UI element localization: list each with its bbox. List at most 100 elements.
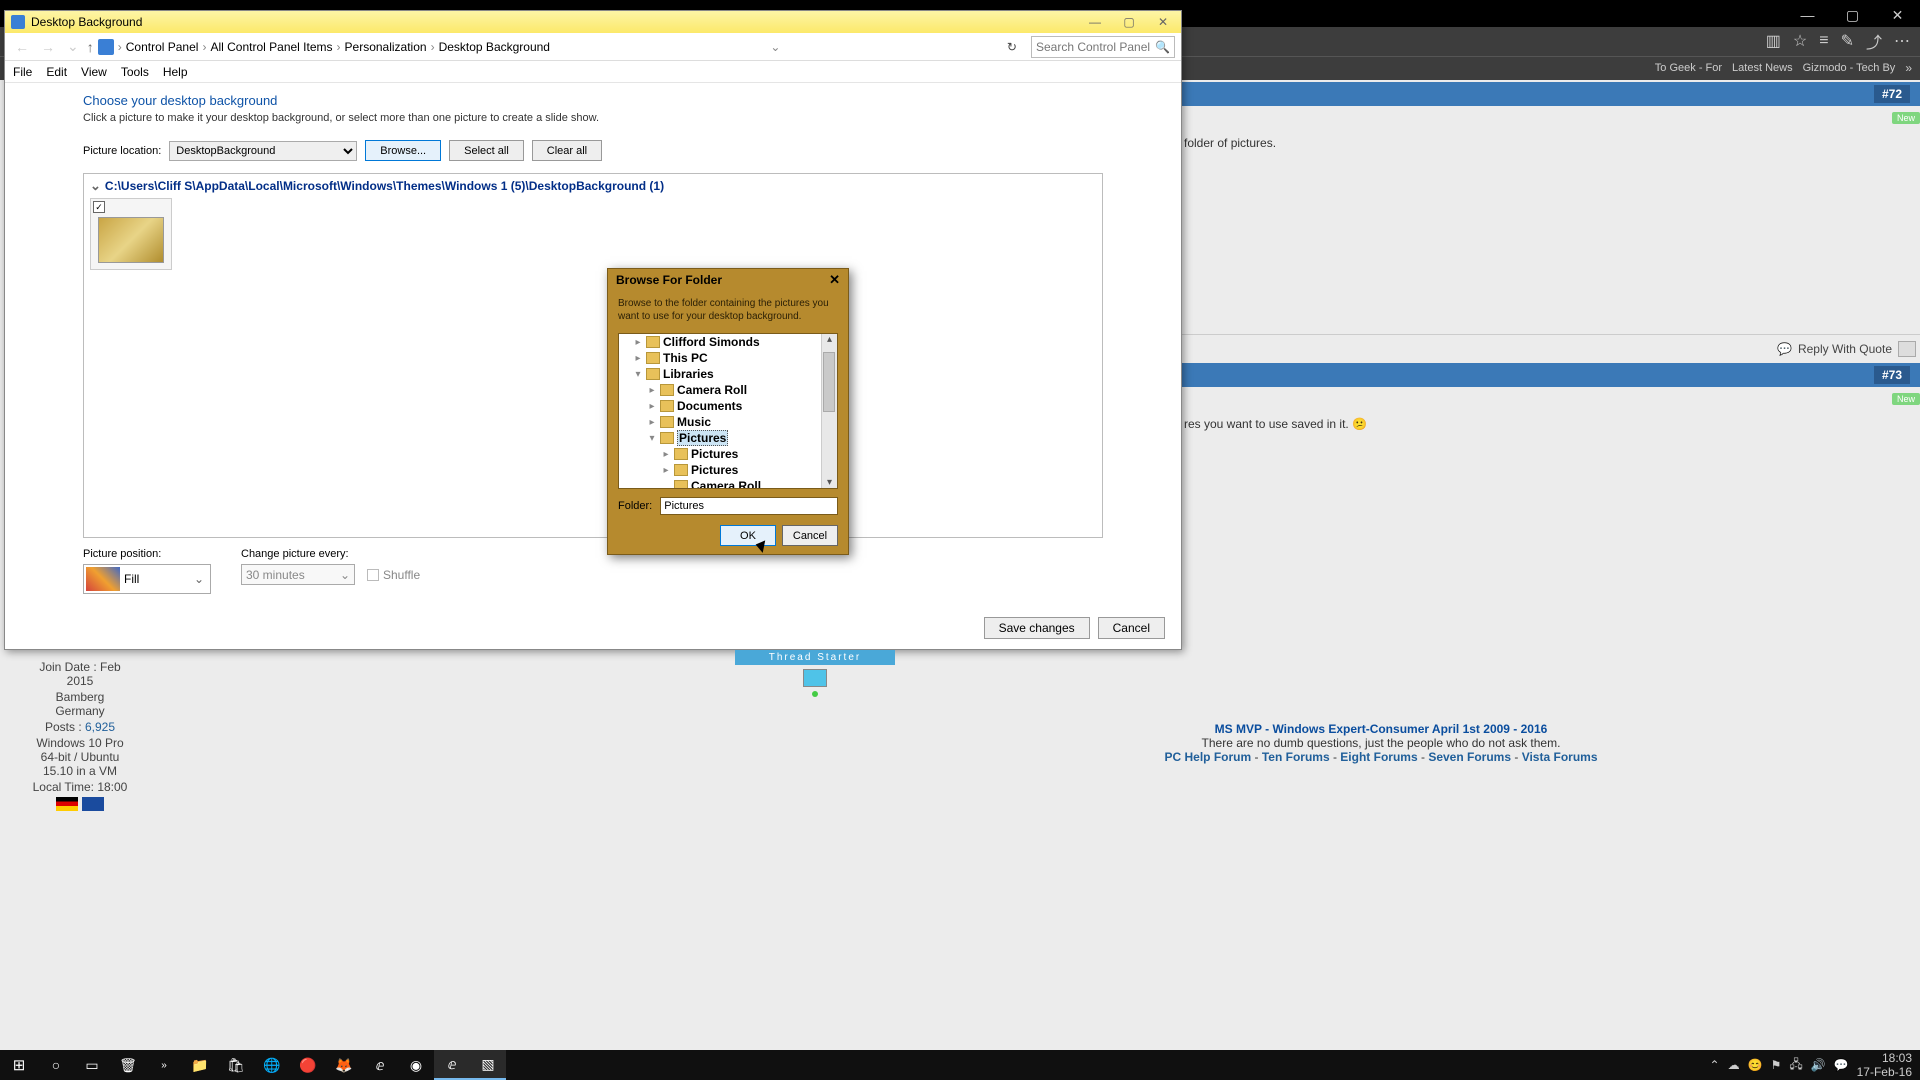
tray-volume-icon[interactable]: 🔊 bbox=[1811, 1058, 1826, 1072]
sig-link[interactable]: PC Help Forum bbox=[1165, 750, 1252, 764]
refresh-button[interactable]: ↻ bbox=[1001, 40, 1023, 54]
nav-back-button[interactable]: ← bbox=[11, 39, 33, 55]
browser-max-button[interactable]: ▢ bbox=[1830, 0, 1875, 30]
share-icon[interactable]: ⤴ bbox=[1866, 29, 1882, 53]
taskbar-app-recycle[interactable]: 🗑 bbox=[110, 1050, 146, 1080]
sig-link[interactable]: Ten Forums bbox=[1262, 750, 1330, 764]
search-input[interactable]: Search Control Panel🔍 bbox=[1031, 36, 1175, 58]
post-number[interactable]: #72 bbox=[1874, 85, 1910, 103]
taskbar-app-chrome[interactable]: ◉ bbox=[398, 1050, 434, 1080]
bookmark-overflow-icon[interactable]: » bbox=[1905, 61, 1912, 75]
sig-link[interactable]: Seven Forums bbox=[1428, 750, 1511, 764]
window-max-button[interactable]: ▢ bbox=[1117, 15, 1141, 29]
post-number[interactable]: #73 bbox=[1874, 366, 1910, 384]
expand-icon[interactable]: ▾ bbox=[633, 369, 643, 380]
taskbar-app-firefox[interactable]: 🦊 bbox=[326, 1050, 362, 1080]
expand-icon[interactable]: ▸ bbox=[647, 401, 657, 412]
tree-item[interactable]: ▸This PC bbox=[619, 350, 837, 366]
cancel-button[interactable]: Cancel bbox=[1098, 617, 1165, 639]
menu-edit[interactable]: Edit bbox=[46, 65, 67, 79]
cancel-button[interactable]: Cancel bbox=[782, 525, 838, 546]
nav-recent-button[interactable]: ⌄ bbox=[63, 38, 83, 55]
tree-item[interactable]: ▸Music bbox=[619, 414, 837, 430]
tree-scrollbar[interactable]: ▴ ▾ bbox=[821, 334, 837, 488]
scroll-up-button[interactable]: ▴ bbox=[822, 334, 837, 345]
bookmark-link[interactable]: Latest News bbox=[1732, 62, 1793, 74]
bookmark-link[interactable]: To Geek - For bbox=[1655, 62, 1722, 74]
window-min-button[interactable]: — bbox=[1083, 15, 1107, 29]
tree-item[interactable]: ▾Pictures bbox=[619, 430, 837, 446]
breadcrumb-sep[interactable]: › bbox=[118, 40, 122, 54]
avatar[interactable] bbox=[803, 669, 827, 687]
nav-up-button[interactable]: ↑ bbox=[87, 39, 94, 55]
sig-link[interactable]: Eight Forums bbox=[1340, 750, 1417, 764]
tray-icon[interactable]: ⚑ bbox=[1771, 1058, 1782, 1072]
taskbar-app-controlpanel[interactable]: ▧ bbox=[470, 1050, 506, 1080]
reply-button[interactable]: Reply With Quote bbox=[1798, 342, 1892, 356]
breadcrumb[interactable]: All Control Panel Items bbox=[210, 40, 332, 54]
notes-icon[interactable]: ✎ bbox=[1841, 31, 1854, 51]
scroll-down-button[interactable]: ▾ bbox=[822, 477, 837, 488]
breadcrumb-sep[interactable]: › bbox=[431, 40, 435, 54]
breadcrumb[interactable]: Desktop Background bbox=[439, 40, 550, 54]
dialog-titlebar[interactable]: Browse For Folder ✕ bbox=[608, 269, 848, 291]
picture-location-select[interactable]: DesktopBackground bbox=[169, 141, 357, 161]
expand-icon[interactable]: ▸ bbox=[647, 417, 657, 428]
picture-position-select[interactable]: Fill ⌄ bbox=[83, 564, 211, 594]
expand-icon[interactable]: ▾ bbox=[647, 433, 657, 444]
taskbar-app-edge[interactable]: ⅇ bbox=[434, 1050, 470, 1080]
window-close-button[interactable]: ✕ bbox=[1151, 15, 1175, 29]
taskbar-overflow[interactable]: » bbox=[146, 1050, 182, 1080]
browser-min-button[interactable]: — bbox=[1785, 0, 1830, 30]
tree-item[interactable]: ▸Camera Roll bbox=[619, 382, 837, 398]
breadcrumb-sep[interactable]: › bbox=[337, 40, 341, 54]
taskbar-app-explorer[interactable]: 📁 bbox=[182, 1050, 218, 1080]
tree-item[interactable]: ▸Pictures bbox=[619, 446, 837, 462]
picture-thumbnail[interactable]: ✓ bbox=[90, 198, 172, 270]
tree-item[interactable]: Camera Roll bbox=[619, 478, 837, 489]
tree-item[interactable]: ▸Documents bbox=[619, 398, 837, 414]
menu-view[interactable]: View bbox=[81, 65, 107, 79]
hub-icon[interactable]: ≡ bbox=[1819, 32, 1828, 50]
menu-help[interactable]: Help bbox=[163, 65, 188, 79]
multiquote-button[interactable] bbox=[1898, 341, 1916, 357]
tree-item[interactable]: ▸Clifford Simonds bbox=[619, 334, 837, 350]
expand-icon[interactable]: ▸ bbox=[661, 465, 671, 476]
bookmark-link[interactable]: Gizmodo - Tech By bbox=[1803, 62, 1896, 74]
expand-icon[interactable]: ▸ bbox=[633, 337, 643, 348]
taskbar-app[interactable]: 🔴 bbox=[290, 1050, 326, 1080]
expand-icon[interactable]: ▸ bbox=[633, 353, 643, 364]
search-icon[interactable]: 🔍 bbox=[1155, 40, 1170, 54]
taskbar-clock[interactable]: 18:03 17-Feb-16 bbox=[1857, 1051, 1912, 1080]
tree-item[interactable]: ▸Pictures bbox=[619, 462, 837, 478]
cortana-button[interactable]: ○ bbox=[38, 1050, 74, 1080]
folder-tree[interactable]: ▸Clifford Simonds▸This PC▾Libraries▸Came… bbox=[618, 333, 838, 489]
tree-item[interactable]: ▾Libraries bbox=[619, 366, 837, 382]
window-titlebar[interactable]: Desktop Background — ▢ ✕ bbox=[5, 11, 1181, 33]
menu-file[interactable]: File bbox=[13, 65, 32, 79]
task-view-button[interactable]: ▭ bbox=[74, 1050, 110, 1080]
expand-icon[interactable]: ▸ bbox=[647, 385, 657, 396]
taskbar-app-ie[interactable]: ⅇ bbox=[362, 1050, 398, 1080]
ok-button[interactable]: OK bbox=[720, 525, 776, 546]
clear-all-button[interactable]: Clear all bbox=[532, 140, 602, 161]
more-icon[interactable]: ⋯ bbox=[1894, 31, 1910, 51]
user-posts-count[interactable]: 6,925 bbox=[85, 720, 115, 734]
scrollbar-thumb[interactable] bbox=[823, 352, 835, 412]
tray-icon[interactable]: ☁ bbox=[1728, 1058, 1740, 1072]
folder-input[interactable] bbox=[660, 497, 838, 515]
address-dropdown-button[interactable]: ⌄ bbox=[770, 40, 780, 54]
tray-notification-icon[interactable]: 💬 bbox=[1834, 1058, 1849, 1072]
select-all-button[interactable]: Select all bbox=[449, 140, 524, 161]
breadcrumb[interactable]: Control Panel bbox=[126, 40, 199, 54]
tray-network-icon[interactable]: 🖧 bbox=[1789, 1055, 1802, 1076]
tray-overflow-icon[interactable]: ⌃ bbox=[1710, 1058, 1720, 1072]
breadcrumb-sep[interactable]: › bbox=[202, 40, 206, 54]
sig-link[interactable]: Vista Forums bbox=[1522, 750, 1598, 764]
gallery-group-path[interactable]: C:\Users\Cliff S\AppData\Local\Microsoft… bbox=[90, 178, 1096, 194]
dialog-close-button[interactable]: ✕ bbox=[829, 272, 840, 288]
taskbar-app[interactable]: 🌐 bbox=[254, 1050, 290, 1080]
expand-icon[interactable]: ▸ bbox=[661, 449, 671, 460]
start-button[interactable]: ⊞ bbox=[0, 1050, 38, 1080]
favorite-icon[interactable]: ☆ bbox=[1793, 31, 1807, 51]
